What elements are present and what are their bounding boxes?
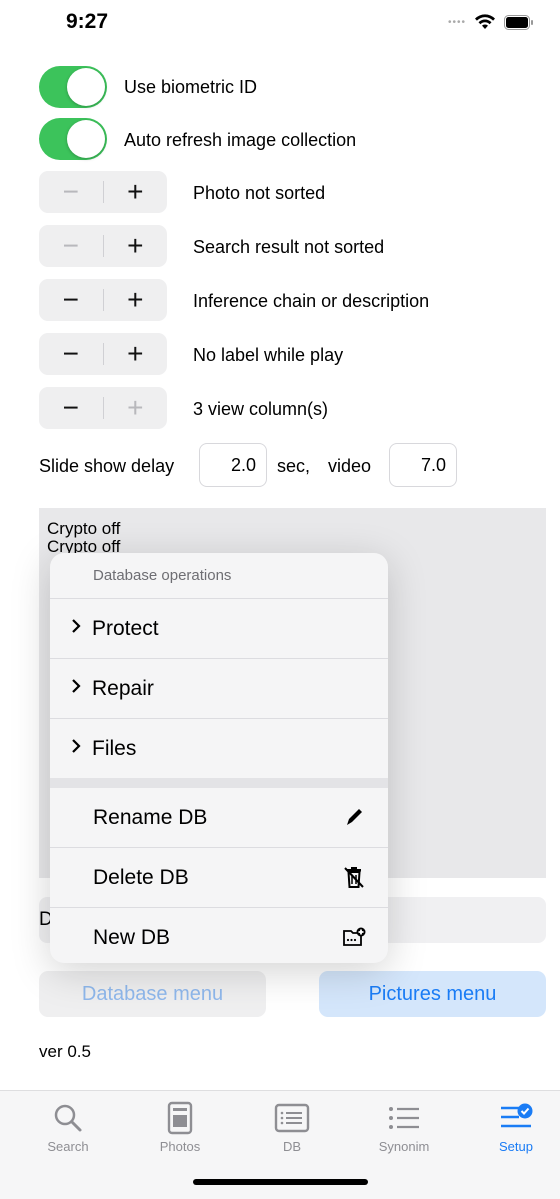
database-operations-menu: Database operations Protect Repair Files… — [50, 553, 388, 963]
magnifier-icon — [54, 1104, 82, 1132]
list-card-icon — [274, 1103, 310, 1133]
photo-sort-stepper: − + — [39, 171, 167, 213]
menu-item-new-db[interactable]: New DB — [50, 908, 388, 963]
photo-sort-label: Photo not sorted — [193, 183, 326, 203]
columns-stepper: − + — [39, 387, 167, 429]
menu-item-delete-db[interactable]: Delete DB — [50, 848, 388, 908]
stepper-plus-button[interactable]: + — [104, 333, 168, 375]
columns-label: 3 view column(s) — [193, 399, 329, 419]
no-label-label: No label while play — [193, 345, 344, 365]
stepper-plus-button[interactable]: + — [104, 279, 168, 321]
slideshow-delay-input[interactable]: 2.0 — [199, 443, 267, 487]
menu-header: Database operations — [50, 553, 388, 599]
stepper-minus-button[interactable]: − — [39, 333, 103, 375]
tab-label: DB — [282, 1139, 302, 1154]
toggle-knob — [67, 120, 105, 158]
battery-icon — [504, 14, 533, 30]
menu-item-rename-db[interactable]: Rename DB — [50, 788, 388, 848]
tab-label: Photos — [159, 1139, 201, 1154]
chevron-right-icon — [70, 737, 92, 760]
menu-section-separator — [50, 778, 388, 788]
log-line: Crypto off — [47, 519, 121, 538]
inference-label: Inference chain or description — [193, 291, 430, 311]
tab-setup[interactable]: Setup — [476, 1099, 556, 1154]
menu-item-label: New DB — [93, 925, 171, 949]
menu-item-label: Protect — [92, 616, 159, 640]
menu-item-label: Rename DB — [93, 805, 208, 829]
menu-item-protect[interactable]: Protect — [50, 599, 388, 659]
search-sort-label: Search result not sorted — [193, 237, 385, 257]
chevron-right-icon — [70, 677, 92, 700]
checklist-check-icon — [501, 1103, 533, 1128]
tab-photos[interactable]: Photos — [140, 1099, 220, 1154]
status-icons: •••• — [448, 14, 534, 30]
home-indicator — [193, 1179, 368, 1185]
video-label: video — [328, 456, 372, 476]
menu-item-label: Files — [92, 736, 137, 760]
pencil-icon — [347, 809, 362, 825]
tab-db[interactable]: DB — [252, 1099, 332, 1154]
no-label-stepper: − + — [39, 333, 167, 375]
video-delay-input[interactable]: 7.0 — [389, 443, 457, 487]
biometric-label: Use biometric ID — [124, 77, 258, 97]
version-label: ver 0.5 — [39, 1042, 91, 1061]
tab-label: Search — [47, 1139, 89, 1154]
menu-item-label: Repair — [92, 676, 154, 700]
stepper-plus-button[interactable]: + — [104, 225, 168, 267]
sec-label: sec, — [277, 456, 311, 476]
wifi-icon — [475, 14, 495, 29]
stepper-minus-button[interactable]: − — [39, 279, 103, 321]
pictures-menu-button[interactable]: Pictures menu — [319, 971, 546, 1017]
folder-plus-icon — [343, 927, 366, 946]
log-content: Crypto off Crypto off — [47, 520, 120, 556]
list-bullet-icon — [389, 1107, 419, 1129]
biometric-toggle[interactable] — [39, 66, 107, 108]
menu-item-repair[interactable]: Repair — [50, 659, 388, 719]
database-menu-button[interactable]: Database menu — [39, 971, 266, 1017]
status-time: 9:27 — [66, 10, 109, 33]
slideshow-delay-label: Slide show delay — [39, 456, 175, 476]
stepper-minus-button[interactable]: − — [39, 171, 103, 213]
tab-label: Setup — [499, 1139, 533, 1154]
stepper-plus-button[interactable]: + — [104, 171, 168, 213]
tab-label: Synonim — [378, 1139, 430, 1154]
auto-refresh-label: Auto refresh image collection — [124, 130, 357, 150]
trash-slash-icon — [344, 867, 364, 888]
menu-item-files[interactable]: Files — [50, 719, 388, 778]
tab-search[interactable]: Search — [28, 1099, 108, 1154]
inference-stepper: − + — [39, 279, 167, 321]
photo-card-icon — [167, 1101, 193, 1135]
menu-item-label: Delete DB — [93, 865, 189, 889]
toggle-knob — [67, 68, 105, 106]
stepper-minus-button[interactable]: − — [39, 225, 103, 267]
stepper-minus-button[interactable]: − — [39, 387, 103, 429]
search-sort-stepper: − + — [39, 225, 167, 267]
signal-dots-icon: •••• — [447, 16, 466, 28]
tab-synonim[interactable]: Synonim — [364, 1099, 444, 1154]
stepper-plus-button[interactable]: + — [104, 387, 168, 429]
chevron-right-icon — [70, 617, 92, 640]
auto-refresh-toggle[interactable] — [39, 118, 107, 160]
